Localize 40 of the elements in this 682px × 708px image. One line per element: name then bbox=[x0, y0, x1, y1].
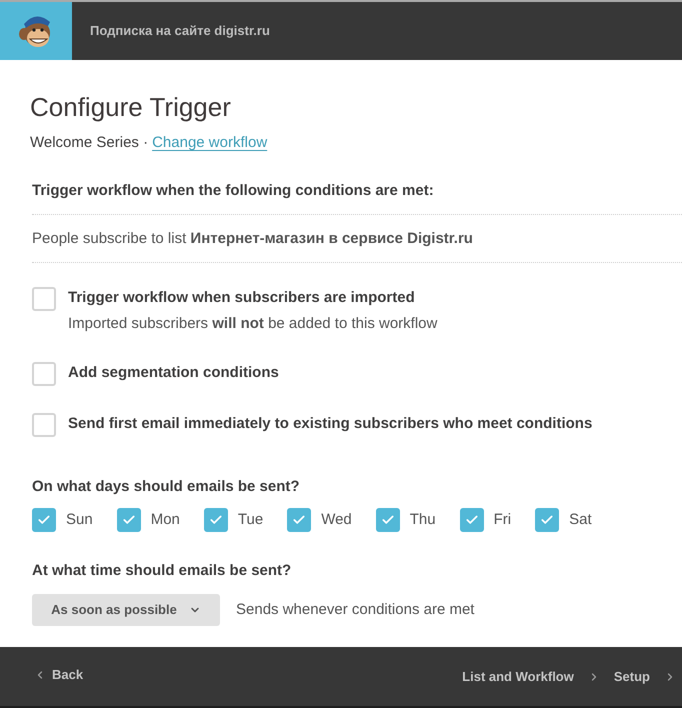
step-link[interactable]: Setup bbox=[614, 666, 650, 686]
day-label: Sat bbox=[569, 510, 592, 530]
checkbox[interactable] bbox=[32, 508, 56, 532]
time-select[interactable]: As soon as possible bbox=[32, 594, 220, 626]
day-label: Sun bbox=[66, 510, 93, 530]
checkbox[interactable] bbox=[32, 362, 56, 386]
check-icon bbox=[380, 513, 395, 527]
checkbox[interactable] bbox=[287, 508, 312, 532]
step-link[interactable]: List and Workflow bbox=[462, 666, 574, 686]
checkbox[interactable] bbox=[32, 413, 56, 437]
workflow-name: Welcome Series · bbox=[30, 133, 148, 153]
checkbox[interactable] bbox=[204, 508, 228, 532]
check-icon bbox=[208, 513, 223, 527]
option-label: Add segmentation conditions bbox=[68, 363, 279, 383]
conditions-heading: Trigger workflow when the following conditions are met: bbox=[32, 181, 682, 215]
option-note: Imported subscribers will not be added to this workflow bbox=[68, 314, 438, 334]
day-label: Thu bbox=[410, 510, 436, 530]
header-title: Подписка на сайте digistr.ru bbox=[90, 22, 270, 40]
check-icon bbox=[37, 513, 51, 527]
check-icon bbox=[464, 513, 479, 527]
option-label: Send first email immediately to existing subscribers who meet conditions bbox=[68, 414, 592, 434]
checkbox[interactable] bbox=[460, 508, 484, 532]
page-title: Configure Trigger bbox=[30, 91, 231, 124]
trigger-condition: People subscribe to list Интернет-магазин в сервисе Digistr.ru bbox=[32, 215, 682, 263]
day-label: Tue bbox=[238, 510, 264, 530]
back-button[interactable]: Back bbox=[34, 664, 84, 684]
time-question: At what time should emails be sent? bbox=[32, 561, 292, 581]
checkbox[interactable] bbox=[32, 287, 56, 311]
check-icon bbox=[122, 513, 136, 527]
checkbox[interactable] bbox=[376, 508, 400, 532]
option-label: Trigger workflow when subscribers are imported bbox=[68, 288, 415, 308]
time-hint: Sends whenever conditions are met bbox=[236, 600, 474, 620]
check-icon bbox=[540, 513, 554, 527]
checkbox[interactable] bbox=[116, 508, 141, 532]
day-label: Fri bbox=[494, 510, 512, 530]
checkbox[interactable] bbox=[535, 508, 560, 532]
day-label: Wed bbox=[321, 510, 352, 530]
days-question: On what days should emails be sent? bbox=[32, 477, 301, 497]
check-icon bbox=[292, 513, 306, 527]
day-label: Mon bbox=[150, 510, 180, 530]
